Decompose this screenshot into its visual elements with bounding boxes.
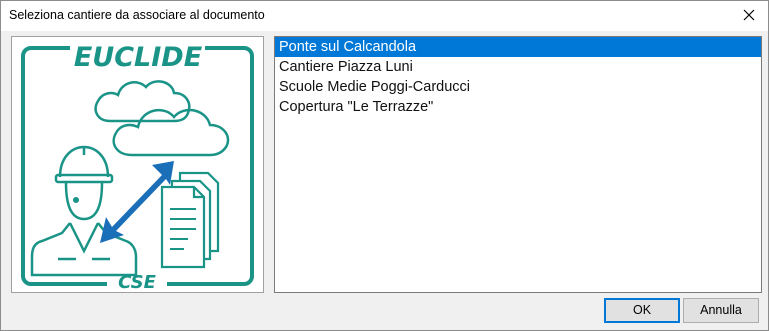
list-item[interactable]: Ponte sul Calcandola — [275, 37, 761, 57]
list-item[interactable]: Copertura "Le Terrazze" — [275, 97, 761, 117]
euclide-logo-panel: EUCLIDE CSE — [11, 36, 264, 293]
dialog-window: Seleziona cantiere da associare al docum… — [0, 0, 769, 331]
worker-icon — [30, 145, 138, 277]
title-bar[interactable]: Seleziona cantiere da associare al docum… — [1, 1, 768, 31]
window-title: Seleziona cantiere da associare al docum… — [9, 8, 265, 22]
close-button[interactable] — [736, 4, 762, 26]
cancel-button[interactable]: Annulla — [683, 298, 759, 323]
close-icon — [743, 9, 755, 21]
list-item[interactable]: Scuole Medie Poggi-Carducci — [275, 77, 761, 97]
list-item[interactable]: Cantiere Piazza Luni — [275, 57, 761, 77]
euclide-cse-logo: EUCLIDE CSE — [21, 41, 254, 293]
documents-icon — [160, 171, 220, 269]
cloud-icon — [94, 80, 230, 157]
logo-brand-text: EUCLIDE — [74, 42, 203, 73]
site-listbox[interactable]: Ponte sul Calcandola Cantiere Piazza Lun… — [274, 36, 762, 293]
ok-button[interactable]: OK — [604, 298, 680, 323]
